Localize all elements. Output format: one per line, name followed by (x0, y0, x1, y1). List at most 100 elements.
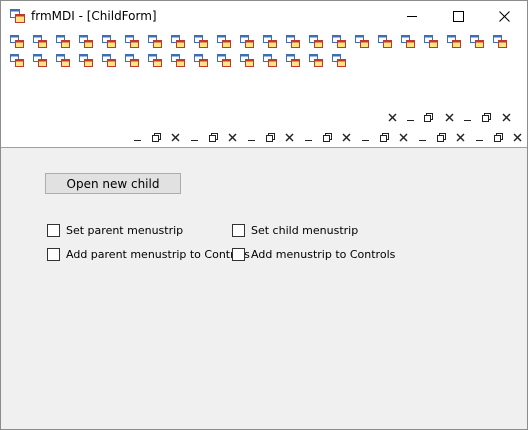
maximize-icon (452, 10, 464, 22)
minimize-icon (463, 119, 471, 121)
add-menustrip-controls-checkbox[interactable]: Add menustrip to Controls (232, 246, 395, 262)
mdi-child-close-button[interactable] (441, 109, 457, 125)
minimize-icon (361, 139, 369, 141)
mdi-child-close-button[interactable] (167, 129, 183, 145)
mdi-child-close-button[interactable] (498, 109, 514, 125)
minimize-button[interactable] (389, 1, 435, 31)
close-button[interactable] (481, 1, 527, 31)
menu-item-icon[interactable] (32, 33, 48, 49)
close-icon (445, 113, 453, 121)
title-bar[interactable]: frmMDI - [ChildForm] (1, 1, 527, 31)
menu-item-icon[interactable] (308, 52, 324, 68)
mdi-child-restore-button[interactable] (148, 129, 164, 145)
mdi-child-restore-button[interactable] (319, 129, 335, 145)
menu-item-icon[interactable] (285, 52, 301, 68)
mdi-child-restore-button[interactable] (262, 129, 278, 145)
menu-item-icon[interactable] (216, 52, 232, 68)
menu-item-icon[interactable] (239, 33, 255, 49)
minimize-icon (406, 15, 417, 17)
minimize-icon (247, 139, 255, 141)
restore-icon (208, 132, 218, 142)
mdi-child-min-button[interactable] (471, 129, 487, 145)
menu-item-icon[interactable] (469, 33, 485, 49)
menu-item-icon[interactable] (193, 33, 209, 49)
mdi-child-min-button[interactable] (129, 129, 145, 145)
checkbox-label: Set child menustrip (251, 223, 359, 237)
mdi-child-close-button[interactable] (224, 129, 240, 145)
mdi-child-close-button[interactable] (384, 109, 400, 125)
menu-item-icon[interactable] (78, 52, 94, 68)
checkbox-label: Add menustrip to Controls (251, 247, 396, 261)
menu-item-icon[interactable] (193, 52, 209, 68)
mdi-child-restore-button[interactable] (205, 129, 221, 145)
mdi-child-min-button[interactable] (414, 129, 430, 145)
menu-item-icon[interactable] (492, 33, 508, 49)
restore-icon (481, 112, 491, 122)
menu-item-icon[interactable] (170, 52, 186, 68)
menu-item-icon[interactable] (262, 52, 278, 68)
mdi-client-area: Open new child Set parent menustrip Set … (1, 147, 527, 429)
menu-item-icon[interactable] (9, 52, 25, 68)
checkbox-box[interactable] (232, 223, 245, 237)
menu-item-icon[interactable] (423, 33, 439, 49)
close-icon (498, 10, 510, 22)
close-icon (513, 133, 521, 141)
menu-item-icon[interactable] (78, 33, 94, 49)
menu-item-icon[interactable] (55, 52, 71, 68)
mdi-child-close-button[interactable] (509, 129, 525, 145)
menu-item-icon[interactable] (9, 33, 25, 49)
menu-item-icon[interactable] (101, 52, 117, 68)
menu-item-icon[interactable] (239, 52, 255, 68)
mdi-child-min-button[interactable] (402, 109, 418, 125)
maximize-button[interactable] (435, 1, 481, 31)
mdi-child-restore-button[interactable] (490, 129, 506, 145)
menu-item-icon[interactable] (331, 52, 347, 68)
mdi-child-close-button[interactable] (338, 129, 354, 145)
open-new-child-button[interactable]: Open new child (45, 173, 181, 194)
mdi-child-min-button[interactable] (243, 129, 259, 145)
mdi-child-min-button[interactable] (459, 109, 475, 125)
menu-item-icon[interactable] (32, 52, 48, 68)
mdi-child-restore-button[interactable] (478, 109, 494, 125)
close-icon (456, 133, 464, 141)
mdi-child-restore-button[interactable] (433, 129, 449, 145)
menu-item-icon[interactable] (285, 33, 301, 49)
mdi-child-restore-button[interactable] (376, 129, 392, 145)
mdi-child-close-button[interactable] (281, 129, 297, 145)
restore-icon (265, 132, 275, 142)
app-icon (10, 9, 25, 23)
add-parent-menustrip-checkbox[interactable]: Add parent menustrip to Controls (47, 246, 250, 262)
menu-item-icon[interactable] (377, 33, 393, 49)
checkbox-box[interactable] (232, 247, 245, 261)
menu-item-icon[interactable] (55, 33, 71, 49)
minimize-icon (190, 139, 198, 141)
close-icon (285, 133, 293, 141)
checkbox-box[interactable] (47, 247, 60, 261)
mdi-child-min-button[interactable] (300, 129, 316, 145)
close-icon (171, 133, 179, 141)
checkbox-box[interactable] (47, 223, 60, 237)
menu-item-icon[interactable] (170, 33, 186, 49)
mdi-child-close-button[interactable] (452, 129, 468, 145)
close-icon (388, 113, 396, 121)
mdi-child-close-button[interactable] (395, 129, 411, 145)
menu-item-icon[interactable] (147, 52, 163, 68)
menu-item-icon[interactable] (262, 33, 278, 49)
menu-item-icon[interactable] (124, 52, 140, 68)
menu-item-icon[interactable] (446, 33, 462, 49)
mdi-child-restore-button[interactable] (420, 109, 436, 125)
set-parent-menustrip-checkbox[interactable]: Set parent menustrip (47, 222, 183, 238)
menu-item-icon[interactable] (354, 33, 370, 49)
menu-item-icon[interactable] (124, 33, 140, 49)
mdi-child-min-button[interactable] (186, 129, 202, 145)
menu-item-icon[interactable] (308, 33, 324, 49)
menu-item-icon[interactable] (331, 33, 347, 49)
menu-item-icon[interactable] (147, 33, 163, 49)
restore-icon (493, 132, 503, 142)
restore-icon (423, 112, 433, 122)
menu-item-icon[interactable] (101, 33, 117, 49)
menu-item-icon[interactable] (216, 33, 232, 49)
mdi-child-min-button[interactable] (357, 129, 373, 145)
set-child-menustrip-checkbox[interactable]: Set child menustrip (232, 222, 358, 238)
menu-item-icon[interactable] (400, 33, 416, 49)
